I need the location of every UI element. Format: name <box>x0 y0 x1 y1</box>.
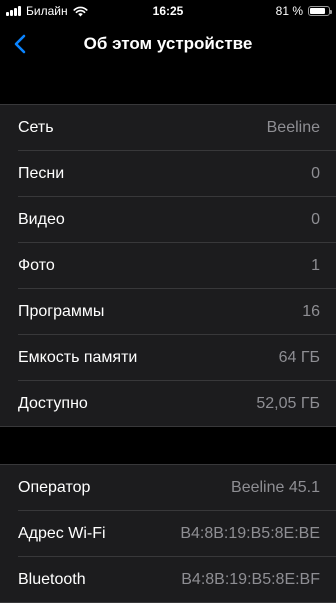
section-spacer <box>0 66 336 104</box>
row-value: Beeline <box>266 119 320 136</box>
info-row: Песни 0 <box>0 151 336 197</box>
info-row: Фото 1 <box>0 243 336 289</box>
row-label: Доступно <box>18 395 88 412</box>
info-row: Адрес Wi-Fi B4:8B:19:B5:8E:BE <box>0 511 336 557</box>
status-bar: Билайн 16:25 81 % <box>0 0 336 22</box>
network-info-group: Оператор Beeline 45.1 Адрес Wi-Fi B4:8B:19:… <box>0 464 336 603</box>
section-spacer <box>0 428 336 464</box>
row-value: Beeline 45.1 <box>231 479 320 496</box>
info-row: Программы 16 <box>0 289 336 335</box>
page-title: Об этом устройстве <box>83 34 253 53</box>
info-row: Оператор Beeline 45.1 <box>0 465 336 511</box>
info-row: Сеть Beeline <box>0 105 336 151</box>
info-row: Bluetooth B4:8B:19:B5:8E:BF <box>0 557 336 603</box>
row-label: Фото <box>18 257 55 274</box>
info-row: Доступно 52,05 ГБ <box>0 381 336 427</box>
row-value: 52,05 ГБ <box>256 395 320 412</box>
status-bar-right: 81 % <box>275 4 332 18</box>
row-label: Песни <box>18 165 65 182</box>
row-value: B4:8B:19:B5:8E:BE <box>180 525 320 542</box>
row-value: B4:8B:19:B5:8E:BF <box>181 571 320 588</box>
device-stats-group: Сеть Beeline Песни 0 Видео 0 Фото 1 Программы 16 Е… <box>0 104 336 427</box>
battery-level <box>310 8 325 14</box>
row-label: Сеть <box>18 119 54 136</box>
battery-percent: 81 % <box>275 4 303 18</box>
row-label: Емкость памяти <box>18 349 138 366</box>
info-row: Емкость памяти 64 ГБ <box>0 335 336 381</box>
info-row: Видео 0 <box>0 197 336 243</box>
row-value: 1 <box>311 257 320 274</box>
navigation-bar: Об этом устройстве <box>0 22 336 66</box>
row-label: Видео <box>18 211 65 228</box>
row-label: Программы <box>18 303 105 320</box>
row-label: Bluetooth <box>18 571 86 588</box>
row-label: Оператор <box>18 479 91 496</box>
row-value: 0 <box>311 165 320 182</box>
row-value: 0 <box>311 211 320 228</box>
row-value: 64 ГБ <box>278 349 320 366</box>
row-value: 16 <box>302 303 320 320</box>
battery-icon <box>308 6 332 16</box>
row-label: Адрес Wi-Fi <box>18 525 106 542</box>
